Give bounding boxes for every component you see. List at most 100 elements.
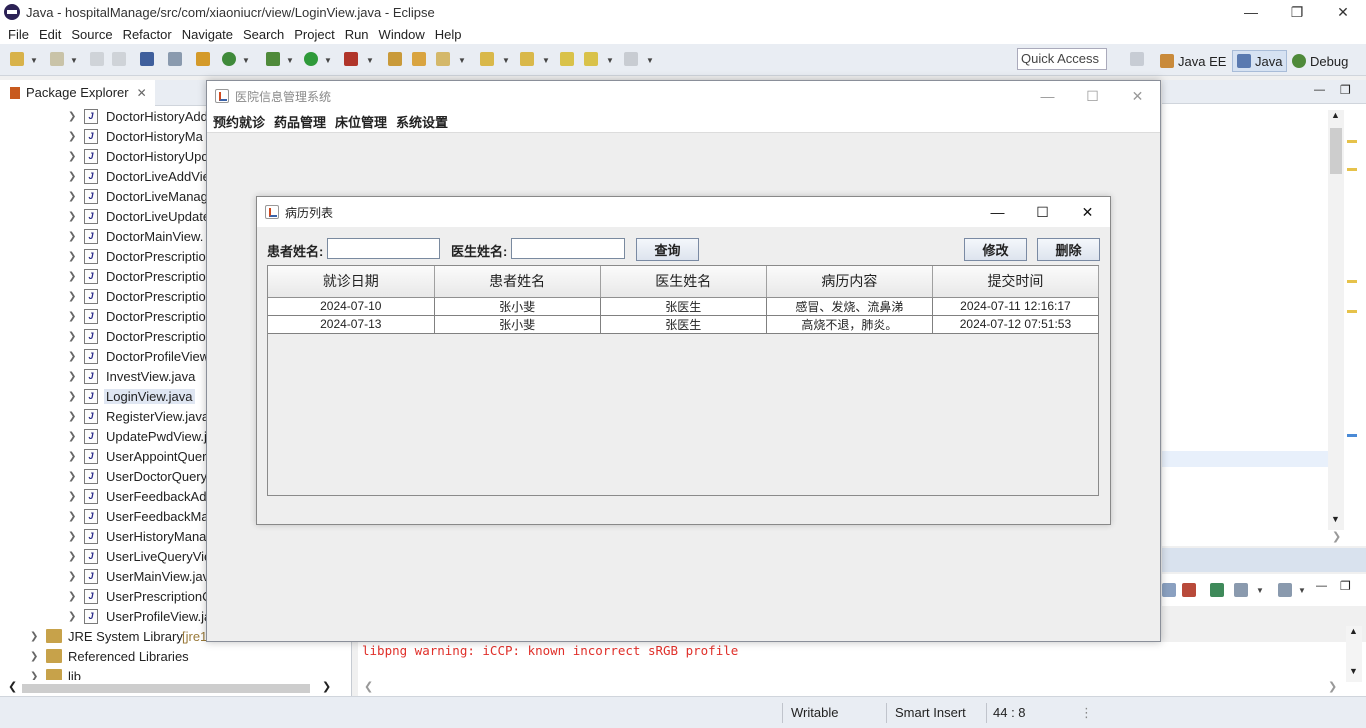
maximize-icon[interactable]: ☐ [1070, 81, 1115, 111]
expand-arrow-icon[interactable]: ❯ [68, 311, 76, 322]
horizontal-scrollbar[interactable]: ❮ ❯ [4, 680, 334, 696]
maximize-view-icon[interactable]: ❐ [1340, 83, 1351, 97]
new-project-icon[interactable] [50, 52, 64, 66]
expand-arrow-icon[interactable]: ❯ [68, 131, 76, 142]
chevron-down-icon[interactable]: ▼ [502, 56, 510, 65]
debug-icon[interactable] [266, 52, 280, 66]
menu-project[interactable]: Project [289, 27, 339, 42]
console-vertical-scrollbar[interactable]: ▲ ▼ [1346, 626, 1362, 682]
cell-visit-date[interactable]: 2024-07-13 [268, 315, 435, 334]
cell-visit-date[interactable]: 2024-07-10 [268, 297, 435, 316]
new-file-icon[interactable] [10, 52, 24, 66]
menu-settings[interactable]: 系统设置 [394, 112, 455, 131]
chevron-down-icon[interactable]: ▼ [1298, 586, 1306, 595]
patient-name-input[interactable] [327, 238, 440, 259]
table-row[interactable]: 2024-07-10 张小斐 张医生 感冒、发烧、流鼻涕 2024-07-11 … [268, 297, 1100, 316]
column-header-patient-name[interactable]: 患者姓名 [434, 266, 601, 298]
menu-bed[interactable]: 床位管理 [333, 112, 394, 131]
menu-window[interactable]: Window [374, 27, 430, 42]
close-icon[interactable]: ✕ [1115, 81, 1160, 111]
quick-access-input[interactable]: Quick Access [1017, 48, 1107, 70]
expand-arrow-icon[interactable]: ❯ [68, 571, 76, 582]
minimize-view-icon[interactable]: — [1316, 580, 1327, 592]
expand-arrow-icon[interactable]: ❯ [68, 291, 76, 302]
annotation-mark[interactable] [1347, 434, 1357, 437]
menu-refactor[interactable]: Refactor [118, 27, 177, 42]
delete-button[interactable]: 删除 [1037, 238, 1100, 261]
close-tab-icon[interactable]: ✕ [137, 86, 147, 100]
save-icon[interactable] [90, 52, 104, 66]
open-console-icon[interactable] [1210, 583, 1224, 597]
maximize-icon[interactable]: ☐ [1020, 197, 1065, 227]
next-annotation-icon[interactable] [480, 52, 494, 66]
external-tools-icon[interactable] [344, 52, 358, 66]
column-header-record-content[interactable]: 病历内容 [766, 266, 933, 298]
expand-arrow-icon[interactable]: ❯ [68, 491, 76, 502]
terminal-icon[interactable] [140, 52, 154, 66]
expand-arrow-icon[interactable]: ❯ [68, 251, 76, 262]
chevron-down-icon[interactable]: ▼ [324, 56, 332, 65]
scroll-up-icon[interactable]: ▲ [1349, 626, 1358, 636]
expand-arrow-icon[interactable]: ❯ [68, 111, 76, 122]
perspective-java-ee[interactable]: Java EE [1156, 50, 1230, 72]
cell-patient-name[interactable]: 张小斐 [434, 297, 601, 316]
chevron-down-icon[interactable]: ▼ [70, 56, 78, 65]
minimize-icon[interactable]: — [1025, 81, 1070, 111]
scroll-down-icon[interactable]: ▼ [1331, 514, 1340, 524]
expand-arrow-icon[interactable]: ❯ [68, 611, 76, 622]
chevron-down-icon[interactable]: ▼ [286, 56, 294, 65]
menu-edit[interactable]: Edit [34, 27, 66, 42]
forward-arrow-icon[interactable] [624, 52, 638, 66]
expand-arrow-icon[interactable]: ❯ [68, 171, 76, 182]
expand-arrow-icon[interactable]: ❯ [68, 271, 76, 282]
cell-doctor-name[interactable]: 张医生 [600, 315, 767, 334]
expand-arrow-icon[interactable]: ❯ [68, 411, 76, 422]
menu-run[interactable]: Run [340, 27, 374, 42]
remove-launch-icon[interactable] [1182, 583, 1196, 597]
chevron-down-icon[interactable]: ▼ [458, 56, 466, 65]
minimize-view-icon[interactable]: — [1314, 84, 1325, 96]
menu-help[interactable]: Help [430, 27, 467, 42]
perspective-java[interactable]: Java [1232, 50, 1288, 72]
scroll-up-icon[interactable]: ▲ [1331, 110, 1340, 120]
expand-arrow-icon[interactable]: ❯ [68, 451, 76, 462]
close-icon[interactable]: ✕ [1065, 197, 1110, 227]
open-folder-icon[interactable] [412, 52, 426, 66]
cell-patient-name[interactable]: 张小斐 [434, 315, 601, 334]
maximize-view-icon[interactable]: ❐ [1340, 579, 1351, 593]
perspective-debug[interactable]: Debug [1288, 50, 1352, 72]
scroll-right-icon[interactable]: ❯ [1328, 680, 1337, 693]
new-console-icon[interactable] [1278, 583, 1292, 597]
console-horizontal-scrollbar[interactable]: ❮ ❯ [358, 680, 1346, 696]
expand-arrow-icon[interactable]: ❯ [68, 371, 76, 382]
pencil-icon[interactable] [436, 52, 450, 66]
menu-appointment[interactable]: 预约就诊 [211, 112, 272, 131]
scrollbar-thumb[interactable] [1330, 128, 1342, 174]
query-button[interactable]: 查询 [636, 238, 699, 261]
minimize-icon[interactable]: — [1228, 0, 1274, 24]
restore-icon[interactable]: ❐ [1274, 0, 1320, 24]
expand-arrow-icon[interactable]: ❯ [68, 231, 76, 242]
expand-arrow-icon[interactable]: ❯ [68, 531, 76, 542]
scroll-left-icon[interactable]: ❮ [8, 680, 17, 693]
close-icon[interactable]: ✕ [1320, 0, 1366, 24]
new-java-package-icon[interactable] [196, 52, 210, 66]
doctor-name-input[interactable] [511, 238, 625, 259]
scrollbar-thumb[interactable] [22, 684, 310, 693]
chevron-down-icon[interactable]: ▼ [606, 56, 614, 65]
expand-arrow-icon[interactable]: ❯ [68, 211, 76, 222]
cell-record-content[interactable]: 高烧不退，肺炎。 [766, 315, 933, 334]
skip-breakpoints-icon[interactable] [168, 52, 182, 66]
package-explorer-tab[interactable]: Package Explorer ✕ [0, 79, 155, 106]
last-edit-icon[interactable] [560, 52, 574, 66]
menu-file[interactable]: File [3, 27, 34, 42]
annotation-mark[interactable] [1347, 280, 1357, 283]
expand-arrow-icon[interactable]: ❯ [30, 651, 38, 662]
expand-arrow-icon[interactable]: ❯ [68, 191, 76, 202]
run-icon[interactable] [304, 52, 318, 66]
chevron-down-icon[interactable]: ▼ [242, 56, 250, 65]
chevron-down-icon[interactable]: ▼ [646, 56, 654, 65]
expand-arrow-icon[interactable]: ❯ [68, 471, 76, 482]
open-type-icon[interactable] [388, 52, 402, 66]
scroll-right-icon[interactable]: ❯ [1332, 530, 1341, 543]
